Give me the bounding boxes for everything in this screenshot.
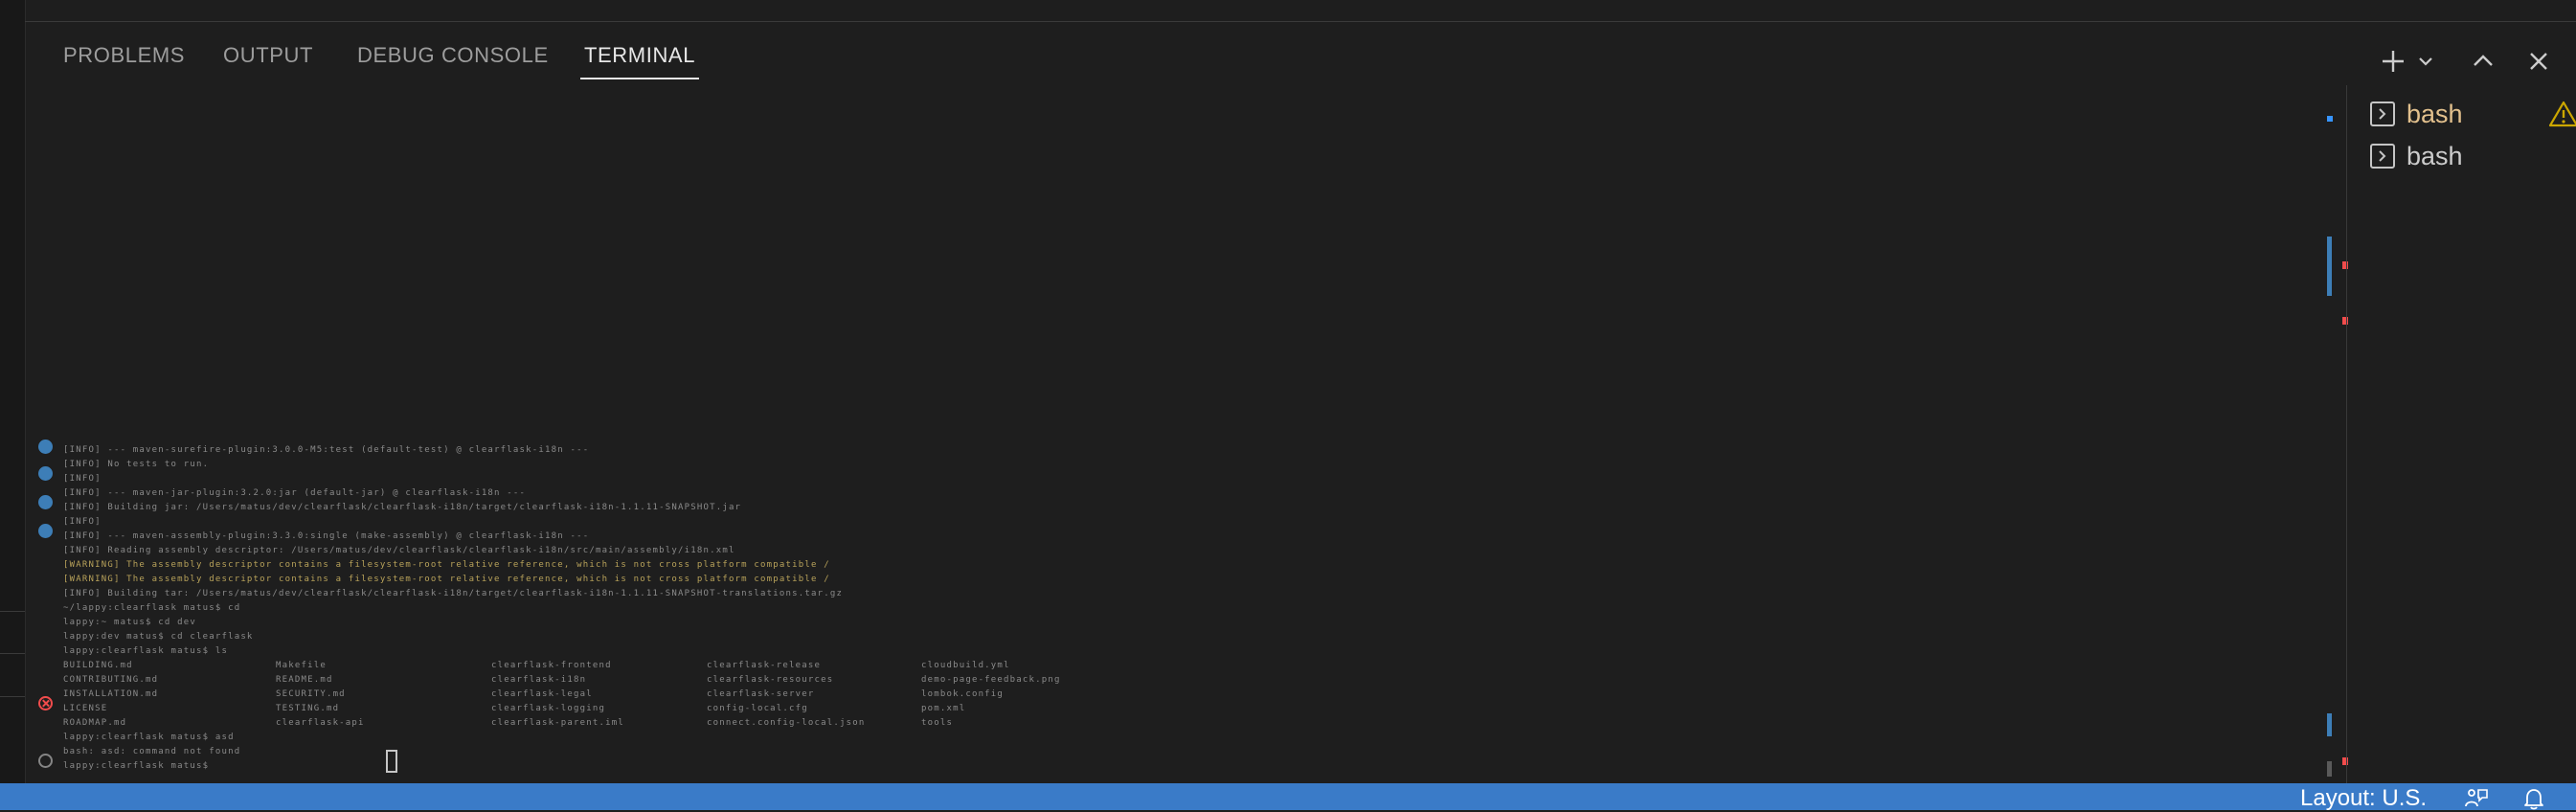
chevron-down-icon[interactable]: [2409, 45, 2442, 78]
ls-entry: config-local.cfg: [707, 704, 808, 713]
terminal-line: lappy:~ matus$ cd dev: [63, 618, 196, 627]
ls-entry: SECURITY.md: [276, 689, 346, 699]
ls-entry: clearflask-logging: [491, 704, 606, 713]
terminal-tab-bash-2[interactable]: bash: [2370, 135, 2571, 173]
command-success-decoration[interactable]: [38, 524, 53, 538]
terminal-line: [INFO] No tests to run.: [63, 460, 210, 469]
ls-entry: pom.xml: [921, 704, 966, 713]
command-success-decoration[interactable]: [38, 466, 53, 481]
ls-entry: ROADMAP.md: [63, 718, 127, 728]
command-error-decoration[interactable]: [38, 696, 53, 710]
terminal-warning-line: [WARNING] The assembly descriptor contai…: [63, 560, 830, 570]
bell-icon[interactable]: [2521, 787, 2546, 810]
terminal-line: [INFO] Building jar: /Users/matus/dev/cl…: [63, 503, 742, 512]
terminal-line: [INFO] Reading assembly descriptor: /Use…: [63, 546, 735, 555]
activity-strip: [0, 0, 26, 783]
warning-icon[interactable]: [2548, 100, 2576, 128]
plus-icon[interactable]: [2377, 45, 2409, 78]
keyboard-layout-status[interactable]: Layout: U.S.: [2300, 785, 2427, 812]
ruler-mark: [2327, 713, 2332, 736]
terminal-line: [INFO] --- maven-assembly-plugin:3.3.0:s…: [63, 531, 590, 541]
strip-divider: [0, 653, 25, 654]
feedback-icon[interactable]: [2464, 787, 2489, 810]
ls-entry: clearflask-resources: [707, 675, 834, 685]
tab-output[interactable]: OUTPUT: [223, 43, 313, 68]
tab-debug-console[interactable]: DEBUG CONSOLE: [357, 43, 549, 68]
ruler-mark: [2327, 237, 2332, 296]
terminal-icon: [2370, 144, 2395, 169]
terminal-scrollbar[interactable]: [2325, 85, 2348, 783]
terminal-tab-bash-1[interactable]: bash: [2370, 93, 2576, 131]
terminal-tab-label: bash: [2407, 100, 2463, 128]
terminal-line: bash: asd: command not found: [63, 747, 241, 756]
ruler-mark: [2327, 116, 2333, 122]
tab-terminal[interactable]: TERMINAL: [579, 43, 700, 79]
panel-tab-bar: PROBLEMS OUTPUT DEBUG CONSOLE TERMINAL: [25, 22, 2576, 85]
ls-entry: TESTING.md: [276, 704, 340, 713]
strip-divider: [0, 696, 25, 697]
ls-entry: README.md: [276, 675, 333, 685]
command-pending-decoration[interactable]: [38, 754, 53, 768]
terminal-line: ~/lappy:clearflask matus$ cd: [63, 603, 241, 613]
ls-entry: BUILDING.md: [63, 661, 133, 670]
terminal-line: [INFO]: [63, 517, 102, 527]
terminal-warning-line: [WARNING] The assembly descriptor contai…: [63, 575, 830, 584]
terminal-line: lappy:clearflask matus$ asd: [63, 733, 235, 742]
terminal-view[interactable]: [INFO] --- maven-surefire-plugin:3.0.0-M…: [25, 85, 2325, 783]
ls-entry: demo-page-feedback.png: [921, 675, 1061, 685]
tab-problems[interactable]: PROBLEMS: [63, 43, 185, 68]
chevron-up-icon[interactable]: [2467, 45, 2499, 78]
ls-entry: LICENSE: [63, 704, 108, 713]
terminal-line: [INFO] --- maven-surefire-plugin:3.0.0-M…: [63, 445, 590, 455]
terminal-line: [INFO] --- maven-jar-plugin:3.2.0:jar (d…: [63, 488, 527, 498]
terminal-line: [INFO]: [63, 474, 102, 484]
status-bar: Layout: U.S.: [0, 783, 2576, 812]
close-icon[interactable]: [2522, 45, 2555, 78]
ls-entry: clearflask-api: [276, 718, 365, 728]
ls-entry: clearflask-legal: [491, 689, 593, 699]
ruler-mark: [2327, 761, 2332, 777]
terminal-tab-label: bash: [2407, 142, 2463, 170]
terminal-cursor: [386, 750, 397, 773]
ls-entry: lombok.config: [921, 689, 1005, 699]
terminal-line: lappy:clearflask matus$ ls: [63, 646, 229, 656]
vscode-panel: PROBLEMS OUTPUT DEBUG CONSOLE TERMINAL [: [0, 0, 2576, 812]
ls-entry: clearflask-release: [707, 661, 822, 670]
command-success-decoration[interactable]: [38, 440, 53, 454]
ls-entry: connect.config-local.json: [707, 718, 866, 728]
ls-entry: cloudbuild.yml: [921, 661, 1010, 670]
command-success-decoration[interactable]: [38, 495, 53, 509]
terminal-line: lappy:dev matus$ cd clearflask: [63, 632, 254, 642]
terminal-prompt: lappy:clearflask matus$: [63, 761, 210, 771]
ls-entry: clearflask-i18n: [491, 675, 587, 685]
ls-entry: INSTALLATION.md: [63, 689, 159, 699]
terminal-line: [INFO] Building tar: /Users/matus/dev/cl…: [63, 589, 844, 598]
ls-entry: CONTRIBUTING.md: [63, 675, 159, 685]
terminal-icon: [2370, 102, 2395, 126]
ls-entry: clearflask-frontend: [491, 661, 612, 670]
strip-divider: [0, 611, 25, 612]
ls-entry: tools: [921, 718, 954, 728]
terminal-tabs-list: bash bash: [2347, 85, 2576, 783]
ls-entry: Makefile: [276, 661, 327, 670]
ls-entry: clearflask-parent.iml: [491, 718, 624, 728]
ls-entry: clearflask-server: [707, 689, 815, 699]
